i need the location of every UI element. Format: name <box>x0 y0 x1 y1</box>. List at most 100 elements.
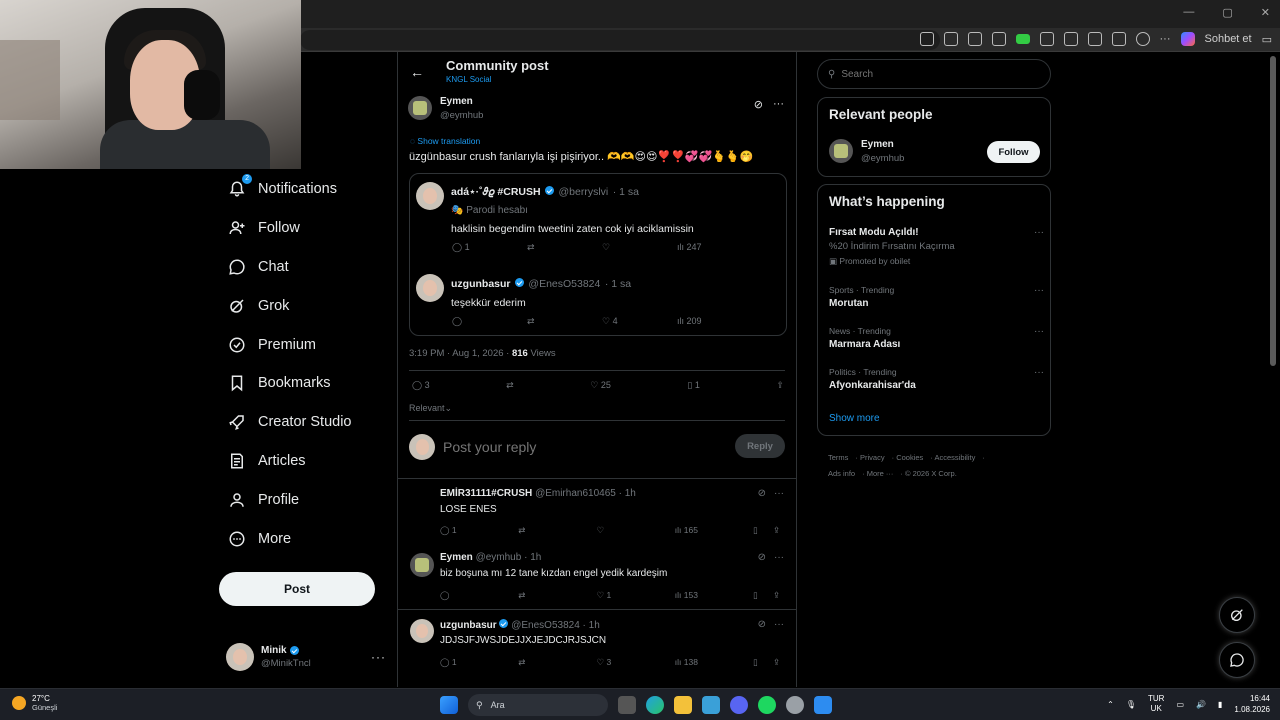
windows-start-icon[interactable] <box>440 696 458 714</box>
share-icon[interactable]: ⇪ <box>776 380 784 391</box>
reply-input[interactable] <box>443 439 723 455</box>
menu-dots-icon[interactable]: ··· <box>1160 33 1171 45</box>
more-dots-icon[interactable]: ··· <box>1034 227 1044 238</box>
bookmark-icon[interactable]: ▯ 1 <box>687 380 699 391</box>
reply-author-name[interactable]: uzgunbasur <box>440 620 497 631</box>
nav-item-creator-studio[interactable]: Creator Studio <box>218 403 388 442</box>
quote-author-handle[interactable]: @berryslvi <box>559 186 609 198</box>
quoted-thread[interactable]: adá⋆·˚𝜗𝜚 #CRUSH @berryslvi · 1 sa 🎭 Paro… <box>409 173 787 336</box>
more-dots-icon[interactable]: ··· <box>773 98 784 111</box>
extension-battery-icon[interactable] <box>1015 34 1030 44</box>
post-button[interactable]: Post <box>219 572 375 606</box>
battery-icon[interactable]: ▮ <box>1218 700 1222 709</box>
grok-icon[interactable]: ⊘ <box>758 619 766 630</box>
more-dots-icon[interactable]: ··· <box>1034 326 1044 337</box>
bookmark-icon[interactable]: ▯ <box>753 657 773 668</box>
footer-link[interactable]: Accessibility <box>934 453 975 462</box>
community-link[interactable]: KNGL Social <box>446 75 492 84</box>
nav-item-profile[interactable]: Profile <box>218 480 388 519</box>
views-icon[interactable]: ılı 209 <box>677 316 752 327</box>
taskbar-search[interactable]: ⚲ Ara <box>468 694 608 716</box>
quote-author-name[interactable]: adá⋆·˚𝜗𝜚 #CRUSH <box>451 186 541 198</box>
weather-widget[interactable]: 27°C Güneşli <box>12 694 57 712</box>
discord-icon[interactable] <box>730 696 748 714</box>
chat-float-button[interactable] <box>1219 642 1255 678</box>
like-icon[interactable]: ♡ 4 <box>602 316 677 327</box>
repost-icon[interactable]: ⇄ <box>506 380 514 391</box>
back-arrow-icon[interactable]: ← <box>410 64 424 80</box>
spotify-icon[interactable] <box>758 696 776 714</box>
more-dots-icon[interactable]: ··· <box>371 650 386 664</box>
show-more-link[interactable]: Show more <box>829 413 880 424</box>
volume-icon[interactable]: 🔊 <box>1196 700 1206 709</box>
maximize-icon[interactable]: ▢ <box>1222 6 1232 19</box>
person-row[interactable]: Eymen @eymhub <box>829 139 904 164</box>
footer-link[interactable]: Cookies <box>896 453 923 462</box>
views-icon[interactable]: ılı 153 <box>675 590 753 601</box>
person-handle[interactable]: @eymhub <box>861 153 904 164</box>
like-icon[interactable]: ♡ <box>602 242 677 253</box>
trend-item[interactable]: News · Trending Marmara Adası ··· <box>829 326 1044 350</box>
reply-item[interactable]: uzgunbasur @EnesO53824 · 1h ⊘ ··· JDJSJFJ… <box>398 609 796 687</box>
reply-author-handle[interactable]: @EnesO53824 <box>511 620 580 631</box>
nav-item-follow[interactable]: Follow <box>218 209 388 248</box>
trend-item[interactable]: Sports · Trending Morutan ··· <box>829 285 1044 309</box>
split-screen-icon[interactable] <box>1087 32 1102 46</box>
repost-icon[interactable]: ⇄ <box>527 242 602 253</box>
task-view-icon[interactable] <box>618 696 636 714</box>
reply-button[interactable]: Reply <box>735 434 785 458</box>
like-icon[interactable]: ♡ 3 <box>597 657 675 668</box>
nav-item-grok[interactable]: Grok <box>218 286 388 325</box>
reply-icon[interactable]: ◯ 3 <box>412 380 430 391</box>
star-icon[interactable] <box>991 32 1006 46</box>
repost-icon[interactable]: ⇄ <box>518 525 596 536</box>
reply-icon[interactable]: ◯ <box>440 590 518 601</box>
author-handle[interactable]: @eymhub <box>440 110 483 121</box>
share-icon[interactable]: ⇪ <box>773 590 785 601</box>
like-icon[interactable]: ♡ <box>597 525 675 536</box>
footer-link[interactable]: Terms <box>828 453 848 462</box>
chevron-up-icon[interactable]: ⌃ <box>1107 700 1114 709</box>
reply-author-handle[interactable]: @eymhub <box>476 552 522 563</box>
language-indicator[interactable]: TUR UK <box>1148 694 1164 714</box>
account-switcher[interactable]: Minik @MinikTncl ··· <box>226 640 386 674</box>
profile-icon[interactable] <box>1135 32 1150 46</box>
edge-icon[interactable] <box>646 696 664 714</box>
nav-item-more[interactable]: More <box>218 519 388 558</box>
repost-icon[interactable]: ⇄ <box>518 657 596 668</box>
store-icon[interactable] <box>702 696 720 714</box>
grok-float-button[interactable] <box>1219 597 1255 633</box>
translate-icon[interactable] <box>943 32 958 46</box>
footer-link[interactable]: Privacy <box>860 453 885 462</box>
share-icon[interactable]: ⇪ <box>773 525 785 536</box>
close-icon[interactable]: ✕ <box>1261 6 1270 19</box>
extension-icon[interactable] <box>1039 32 1054 46</box>
reply-icon[interactable]: ◯ 1 <box>440 657 518 668</box>
sidebar-toggle-icon[interactable]: ▭ <box>1262 33 1272 46</box>
repost-icon[interactable]: ⇄ <box>518 590 596 601</box>
file-explorer-icon[interactable] <box>674 696 692 714</box>
reply-author-name[interactable]: Eymen <box>440 552 473 563</box>
sort-dropdown[interactable]: Relevant⌄ <box>409 403 452 414</box>
search-input[interactable] <box>841 68 1032 80</box>
bookmark-icon[interactable]: ▯ <box>753 590 773 601</box>
follow-button[interactable]: Follow <box>987 141 1040 163</box>
grok-icon[interactable]: ⊘ <box>754 98 763 111</box>
person-name[interactable]: Eymen <box>861 139 904 150</box>
network-icon[interactable]: ▭ <box>1176 700 1184 709</box>
footer-link[interactable]: Ads info <box>828 469 855 478</box>
reply-author-name[interactable]: EMİR31111#CRUSH <box>440 488 532 499</box>
nav-item-chat[interactable]: Chat <box>218 248 388 287</box>
footer-link[interactable]: More ··· <box>867 469 894 478</box>
copilot-label[interactable]: Sohbet et <box>1205 33 1252 45</box>
nav-item-articles[interactable]: Articles <box>218 442 388 481</box>
nav-item-premium[interactable]: Premium <box>218 325 388 364</box>
views-icon[interactable]: ılı 247 <box>677 242 752 253</box>
more-dots-icon[interactable]: ··· <box>774 488 784 499</box>
reply-author-handle[interactable]: @Emirhan610465 <box>535 488 616 499</box>
app-icon[interactable] <box>919 32 934 46</box>
views-icon[interactable]: ılı 165 <box>675 525 753 536</box>
copilot-icon[interactable] <box>1180 32 1195 46</box>
reply-icon[interactable]: ◯ 1 <box>440 525 518 536</box>
clock[interactable]: 16:44 1.08.2026 <box>1234 693 1270 715</box>
